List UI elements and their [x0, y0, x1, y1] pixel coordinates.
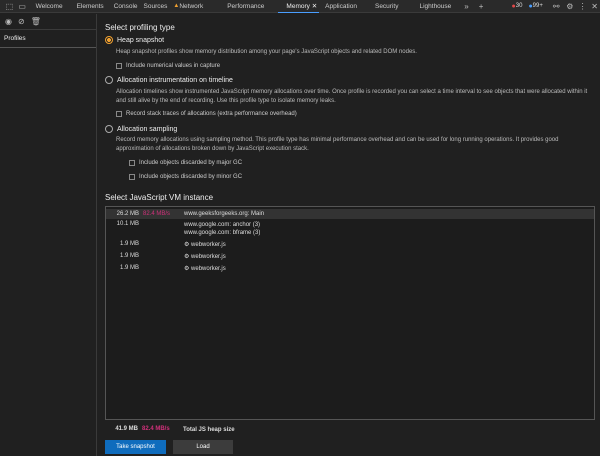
- radio-label: Allocation instrumentation on timeline: [117, 76, 233, 84]
- trash-icon[interactable]: 🗑: [31, 17, 41, 26]
- vm-instance-row[interactable]: 26.2 MB 82.4 MB/s www.geeksforgeeks.org: M…: [106, 209, 594, 219]
- tab-application[interactable]: Application: [319, 0, 371, 13]
- more-tabs-icon[interactable]: »: [458, 2, 474, 11]
- vm-name: www.google.com: anchor (3) www.google.com…: [184, 221, 260, 237]
- total-label: Total JS heap size: [183, 427, 235, 433]
- radio-icon: [105, 76, 113, 84]
- tab-console[interactable]: Console: [111, 0, 141, 13]
- device-toolbar-icon[interactable]: ▭: [16, 2, 29, 11]
- checkbox-icon: [116, 63, 122, 69]
- tab-welcome[interactable]: Welcome: [29, 0, 70, 13]
- record-icon[interactable]: ◉: [5, 17, 12, 26]
- checkbox-label: Include objects discarded by major GC: [139, 160, 243, 166]
- allocation-timeline-radio[interactable]: Allocation instrumentation on timeline: [105, 76, 233, 84]
- vm-rate: [143, 253, 183, 261]
- profiles-header: Profiles: [0, 30, 96, 48]
- add-tab-icon[interactable]: +: [475, 2, 488, 11]
- vm-name: www.geeksforgeeks.org: Main: [184, 211, 265, 217]
- error-count[interactable]: 30: [516, 3, 523, 9]
- vm-size: 1.9 MB: [119, 253, 139, 259]
- stack-traces-checkbox[interactable]: Record stack traces of allocations (extr…: [116, 111, 297, 117]
- radio-icon: [105, 125, 113, 133]
- memory-toolbar: ◉ ⊘ 🗑: [0, 14, 96, 30]
- checkbox-label: Include numerical values in capture: [126, 63, 221, 69]
- inspect-icon[interactable]: ⬚: [3, 2, 16, 11]
- tab-memory-label: Memory: [286, 2, 310, 10]
- vm-instance-title: Select JavaScript VM instance: [105, 193, 214, 202]
- vm-name-line: www.google.com: bframe (3): [184, 230, 261, 236]
- minor-gc-checkbox[interactable]: Include objects discarded by minor GC: [129, 174, 242, 180]
- tab-memory[interactable]: Memory ✕: [278, 0, 320, 13]
- total-heap-row: 41.9 MB 82.4 MB/s Total JS heap size: [105, 426, 593, 434]
- tab-network[interactable]: Network: [179, 0, 217, 13]
- tab-performance[interactable]: Performance: [217, 0, 278, 13]
- option-description: Record memory allocations using sampling…: [116, 137, 559, 152]
- tab-security[interactable]: Security: [371, 0, 412, 13]
- vm-name: ⚙ webworker.js: [184, 266, 226, 272]
- close-devtools-icon[interactable]: ✕: [589, 2, 600, 11]
- vm-instance-row[interactable]: 10.1 MB www.google.com: anchor (3) www.goo…: [106, 221, 594, 237]
- vm-size: 1.9 MB: [119, 265, 139, 271]
- profiling-type-title: Select profiling type: [105, 23, 175, 32]
- vm-size: 10.1 MB: [116, 221, 139, 227]
- option-description: Allocation timelines show instrumented J…: [116, 89, 588, 104]
- vm-size: 26.2 MB: [116, 211, 139, 217]
- vm-rate: [143, 265, 183, 273]
- checkbox-label: Include objects discarded by minor GC: [139, 174, 243, 180]
- vm-rate: [143, 221, 183, 237]
- settings-gear-icon[interactable]: ⚙: [563, 2, 576, 11]
- load-button[interactable]: Load: [173, 440, 233, 454]
- customize-icon[interactable]: ⚯: [549, 2, 564, 11]
- checkbox-icon: [129, 174, 135, 180]
- tab-elements[interactable]: Elements: [70, 0, 111, 13]
- vm-name: ⚙ webworker.js: [184, 242, 226, 248]
- numerical-values-checkbox[interactable]: Include numerical values in capture: [116, 63, 220, 69]
- tab-lighthouse[interactable]: Lighthouse: [412, 0, 458, 13]
- vm-rate: 82.4 MB/s: [143, 211, 171, 217]
- vm-instance-row[interactable]: 1.9 MB ⚙ webworker.js: [106, 253, 594, 261]
- tab-sources[interactable]: Sources: [141, 0, 171, 13]
- heap-snapshot-radio[interactable]: Heap snapshot: [105, 36, 164, 44]
- checkbox-icon: [116, 111, 122, 117]
- vm-instance-list[interactable]: 26.2 MB 82.4 MB/s www.geeksforgeeks.org: M…: [105, 206, 595, 420]
- info-count[interactable]: 99+: [533, 3, 543, 9]
- vm-name-line: www.google.com: anchor (3): [184, 222, 261, 228]
- vm-name: ⚙ webworker.js: [184, 254, 226, 260]
- vm-instance-row[interactable]: 1.9 MB ⚙ webworker.js: [106, 265, 594, 273]
- total-rate: 82.4 MB/s: [142, 426, 170, 432]
- checkbox-label: Record stack traces of allocations (extr…: [126, 111, 297, 117]
- profiles-sidebar: ◉ ⊘ 🗑 Profiles: [0, 14, 97, 456]
- radio-label: Heap snapshot: [117, 36, 165, 44]
- close-tab-icon[interactable]: ✕: [312, 3, 317, 10]
- major-gc-checkbox[interactable]: Include objects discarded by major GC: [129, 160, 242, 166]
- allocation-sampling-radio[interactable]: Allocation sampling: [105, 125, 177, 133]
- checkbox-icon: [129, 160, 135, 166]
- devtools-tab-bar: ⬚ ▭ Welcome Elements Console Sources ▲ N…: [0, 0, 600, 13]
- total-size: 41.9 MB: [115, 426, 138, 432]
- radio-label: Allocation sampling: [117, 125, 178, 133]
- option-description: Heap snapshot profiles show memory distr…: [116, 49, 417, 55]
- vm-instance-row[interactable]: 1.9 MB ⚙ webworker.js: [106, 241, 594, 249]
- more-options-icon[interactable]: ⋮: [576, 2, 589, 11]
- take-snapshot-button[interactable]: Take snapshot: [105, 440, 166, 454]
- radio-selected-icon: [105, 36, 113, 44]
- vm-size: 1.9 MB: [119, 241, 139, 247]
- clear-icon[interactable]: ⊘: [18, 17, 25, 26]
- vm-rate: [143, 241, 183, 249]
